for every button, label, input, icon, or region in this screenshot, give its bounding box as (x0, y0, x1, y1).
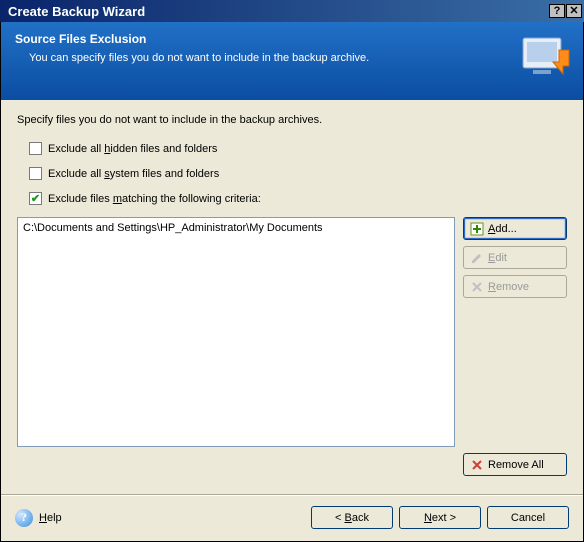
criteria-listbox[interactable]: C:\Documents and Settings\HP_Administrat… (17, 217, 455, 447)
checkbox-exclude-matching[interactable]: ✔ Exclude files matching the following c… (29, 192, 567, 205)
button-label: Cancel (511, 512, 545, 524)
remove-button: Remove (463, 275, 567, 298)
banner: Source Files Exclusion You can specify f… (1, 22, 583, 100)
next-button[interactable]: Next > (399, 506, 481, 529)
help-link[interactable]: ? Help (15, 509, 62, 527)
help-icon: ? (15, 509, 33, 527)
checkbox-exclude-system[interactable]: Exclude all system files and folders (29, 167, 567, 180)
checkbox-icon (29, 167, 42, 180)
edit-icon (470, 251, 484, 265)
dialog-body: Source Files Exclusion You can specify f… (0, 22, 584, 542)
button-label: Edit (488, 252, 507, 264)
edit-button: Edit (463, 246, 567, 269)
cancel-button[interactable]: Cancel (487, 506, 569, 529)
remove-all-button[interactable]: Remove All (463, 453, 567, 476)
banner-subtitle: You can specify files you do not want to… (15, 52, 569, 64)
content-area: Specify files you do not want to include… (1, 100, 583, 484)
remove-all-row: Remove All (17, 453, 567, 476)
close-button[interactable]: ✕ (566, 4, 582, 18)
button-label: Remove All (488, 459, 544, 471)
checkbox-label: Exclude files matching the following cri… (48, 193, 261, 205)
checkbox-icon: ✔ (29, 192, 42, 205)
add-button[interactable]: Add... (463, 217, 567, 240)
checkbox-label: Exclude all system files and folders (48, 168, 219, 180)
checkbox-exclude-hidden[interactable]: Exclude all hidden files and folders (29, 142, 567, 155)
nav-buttons: < Back Next > Cancel (311, 506, 569, 529)
titlebar-buttons: ? ✕ (549, 4, 582, 18)
button-label: Next > (424, 512, 456, 524)
window-title: Create Backup Wizard (2, 4, 145, 19)
help-button[interactable]: ? (549, 4, 565, 18)
back-button[interactable]: < Back (311, 506, 393, 529)
footer: ? Help < Back Next > Cancel (1, 496, 583, 541)
banner-title: Source Files Exclusion (15, 32, 569, 46)
list-item[interactable]: C:\Documents and Settings\HP_Administrat… (23, 221, 449, 235)
remove-all-icon (470, 458, 484, 472)
titlebar: Create Backup Wizard ? ✕ (0, 0, 584, 22)
button-label: < Back (335, 512, 369, 524)
checkbox-icon (29, 142, 42, 155)
side-buttons: Add... Edit Remove (463, 217, 567, 447)
button-label: Remove (488, 281, 529, 293)
instruction-text: Specify files you do not want to include… (17, 114, 567, 126)
help-label: Help (39, 512, 62, 524)
remove-icon (470, 280, 484, 294)
button-label: Add... (488, 223, 517, 235)
add-icon (470, 222, 484, 236)
criteria-row: C:\Documents and Settings\HP_Administrat… (17, 217, 567, 447)
checkbox-label: Exclude all hidden files and folders (48, 143, 217, 155)
backup-icon (517, 30, 573, 86)
